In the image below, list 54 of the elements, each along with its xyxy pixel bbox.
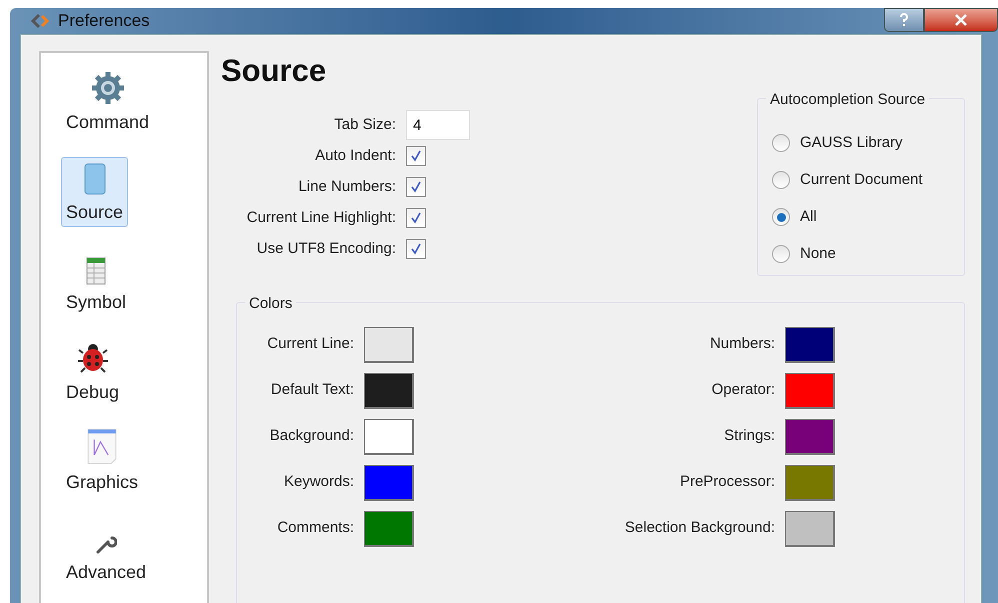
sidebar-item[interactable]: Debug — [61, 336, 124, 406]
color-swatch[interactable] — [364, 418, 414, 454]
gear-icon — [90, 70, 125, 104]
help-icon — [899, 13, 909, 27]
check-icon — [410, 243, 422, 255]
page-title: Source — [221, 54, 328, 86]
color-label: Background: — [268, 426, 355, 446]
color-label: Current Line: — [266, 334, 355, 354]
color-label: Comments: — [276, 518, 355, 538]
color-swatch[interactable] — [364, 372, 414, 408]
radio-option[interactable]: All — [772, 198, 817, 236]
color-swatch[interactable] — [364, 326, 414, 362]
sidebar-item[interactable]: Symbol — [61, 246, 132, 316]
check-icon — [410, 181, 422, 193]
checkbox[interactable] — [406, 146, 426, 166]
spreadsheet-icon — [86, 256, 106, 284]
color-label: Strings: — [723, 426, 776, 446]
color-label: Keywords: — [282, 472, 355, 492]
color-swatch[interactable] — [785, 372, 835, 408]
checkbox[interactable] — [406, 177, 426, 197]
color-label: Numbers: — [708, 334, 776, 354]
sidebar-item[interactable]: Source — [61, 156, 128, 226]
color-label: Operator: — [710, 380, 776, 400]
tab-size-field[interactable]: 4 — [406, 110, 470, 140]
color-swatch[interactable] — [364, 464, 414, 500]
window-title: Preferences — [58, 10, 150, 32]
field-label: Tab Size: — [334, 114, 396, 135]
close-button[interactable] — [924, 8, 998, 32]
color-label: Selection Background: — [624, 518, 776, 538]
option-label: Use UTF8 Encoding: — [256, 238, 396, 259]
document-icon — [84, 162, 106, 194]
option-label: Line Numbers: — [298, 176, 396, 197]
radio-option[interactable]: Current Document — [772, 162, 923, 198]
close-icon — [954, 14, 968, 26]
radio-option[interactable]: None — [772, 236, 836, 272]
color-label: PreProcessor: — [678, 472, 776, 492]
help-button[interactable] — [884, 8, 924, 32]
sidebar-item[interactable]: Advanced — [61, 516, 152, 586]
option-label: Auto Indent: — [315, 146, 396, 166]
color-label: Default Text: — [270, 380, 355, 400]
option-label: Current Line Highlight: — [246, 208, 396, 228]
color-swatch[interactable] — [785, 326, 835, 362]
color-swatch[interactable] — [785, 464, 835, 500]
sidebar-item[interactable]: Graphics — [61, 426, 144, 496]
color-swatch[interactable] — [364, 510, 414, 546]
app-icon — [30, 12, 50, 29]
check-icon — [410, 212, 422, 224]
checkbox[interactable] — [406, 239, 426, 259]
color-swatch[interactable] — [785, 418, 835, 454]
radio-option[interactable]: GAUSS Library — [772, 124, 903, 162]
sidebar-item[interactable]: Command — [61, 66, 154, 136]
checkbox[interactable] — [406, 208, 426, 228]
check-icon — [410, 150, 422, 162]
color-swatch[interactable] — [785, 510, 835, 546]
